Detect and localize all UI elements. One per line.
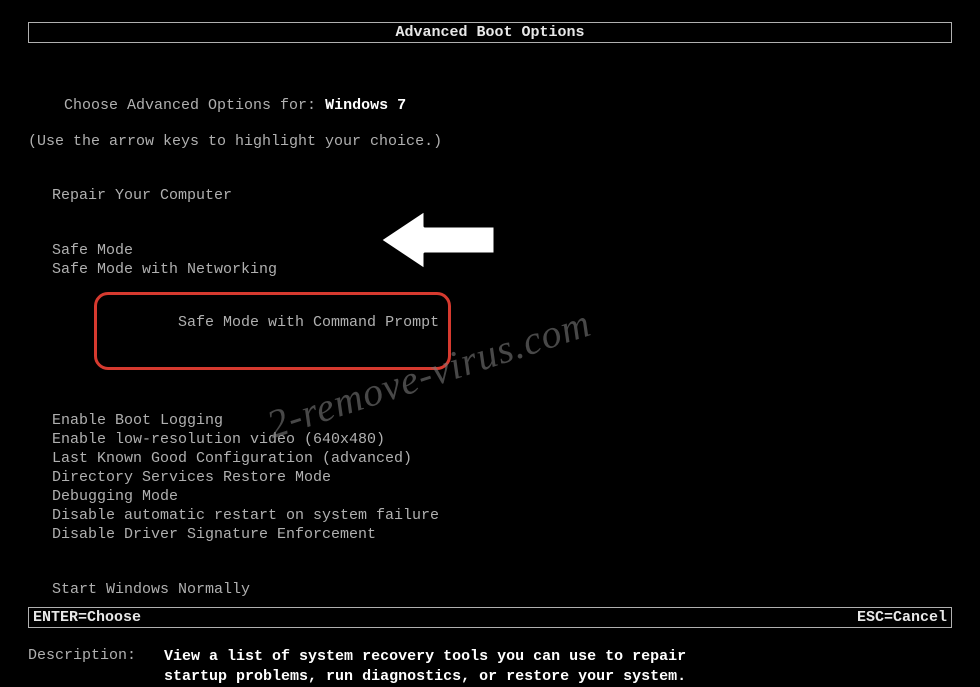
prompt-prefix: Choose Advanced Options for: [64,97,325,114]
prompt-line: Choose Advanced Options for: Windows 7 [28,80,952,131]
footer-enter: ENTER=Choose [33,609,141,626]
description-label: Description: [28,647,136,687]
title-bar: Advanced Boot Options [28,22,952,43]
group-advanced: Enable Boot Logging Enable low-resolutio… [46,411,952,544]
option-last-known-good[interactable]: Last Known Good Configuration (advanced) [46,449,418,468]
group-repair: Repair Your Computer [46,186,952,205]
option-enable-boot-logging[interactable]: Enable Boot Logging [46,411,229,430]
option-directory-services-restore[interactable]: Directory Services Restore Mode [46,468,337,487]
content-area: Choose Advanced Options for: Windows 7 (… [28,80,952,687]
highlighted-option-wrap: Safe Mode with Command Prompt [100,296,445,366]
screen-title: Advanced Boot Options [395,24,584,41]
option-enable-low-res-video[interactable]: Enable low-resolution video (640x480) [46,430,391,449]
os-name: Windows 7 [325,97,406,114]
description-text: View a list of system recovery tools you… [164,647,724,687]
option-safe-mode-command-prompt[interactable]: Safe Mode with Command Prompt [172,313,445,332]
option-disable-auto-restart[interactable]: Disable automatic restart on system fail… [46,506,445,525]
group-normal: Start Windows Normally [46,580,952,599]
option-start-windows-normally[interactable]: Start Windows Normally [46,580,256,599]
option-safe-mode[interactable]: Safe Mode [46,241,139,260]
footer-bar: ENTER=Choose ESC=Cancel [28,607,952,628]
option-repair-your-computer[interactable]: Repair Your Computer [46,186,238,205]
description-block: Description: View a list of system recov… [28,647,952,687]
option-debugging-mode[interactable]: Debugging Mode [46,487,184,506]
group-safe-mode: Safe Mode Safe Mode with Networking Safe… [46,241,952,383]
option-safe-mode-networking[interactable]: Safe Mode with Networking [46,260,283,279]
option-disable-driver-sig[interactable]: Disable Driver Signature Enforcement [46,525,382,544]
arrow-key-hint: (Use the arrow keys to highlight your ch… [28,133,952,150]
footer-esc: ESC=Cancel [857,609,947,626]
